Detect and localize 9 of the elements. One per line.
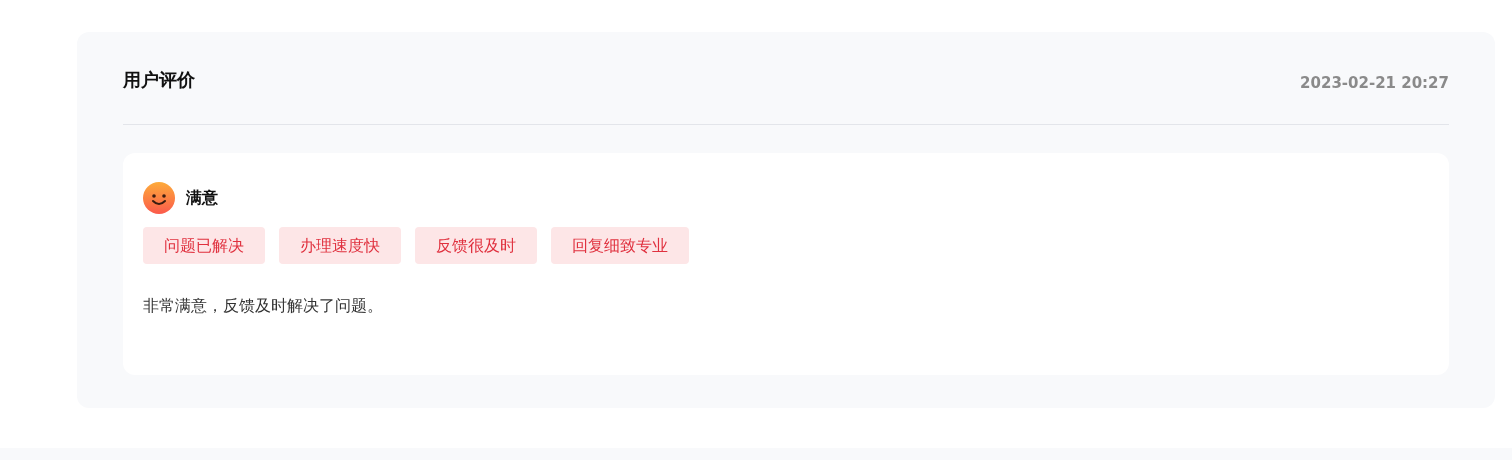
- smiley-icon: [143, 182, 175, 214]
- tag: 反馈很及时: [415, 227, 537, 264]
- comment-text: 非常满意，反馈及时解决了问题。: [143, 295, 384, 317]
- review-time: 2023-02-21 20:27: [1300, 72, 1449, 94]
- section-title: 用户评价: [123, 67, 195, 92]
- tag: 回复细致专业: [551, 227, 689, 264]
- rating-label: 满意: [186, 187, 218, 209]
- tag: 办理速度快: [279, 227, 401, 264]
- tag: 问题已解决: [143, 227, 265, 264]
